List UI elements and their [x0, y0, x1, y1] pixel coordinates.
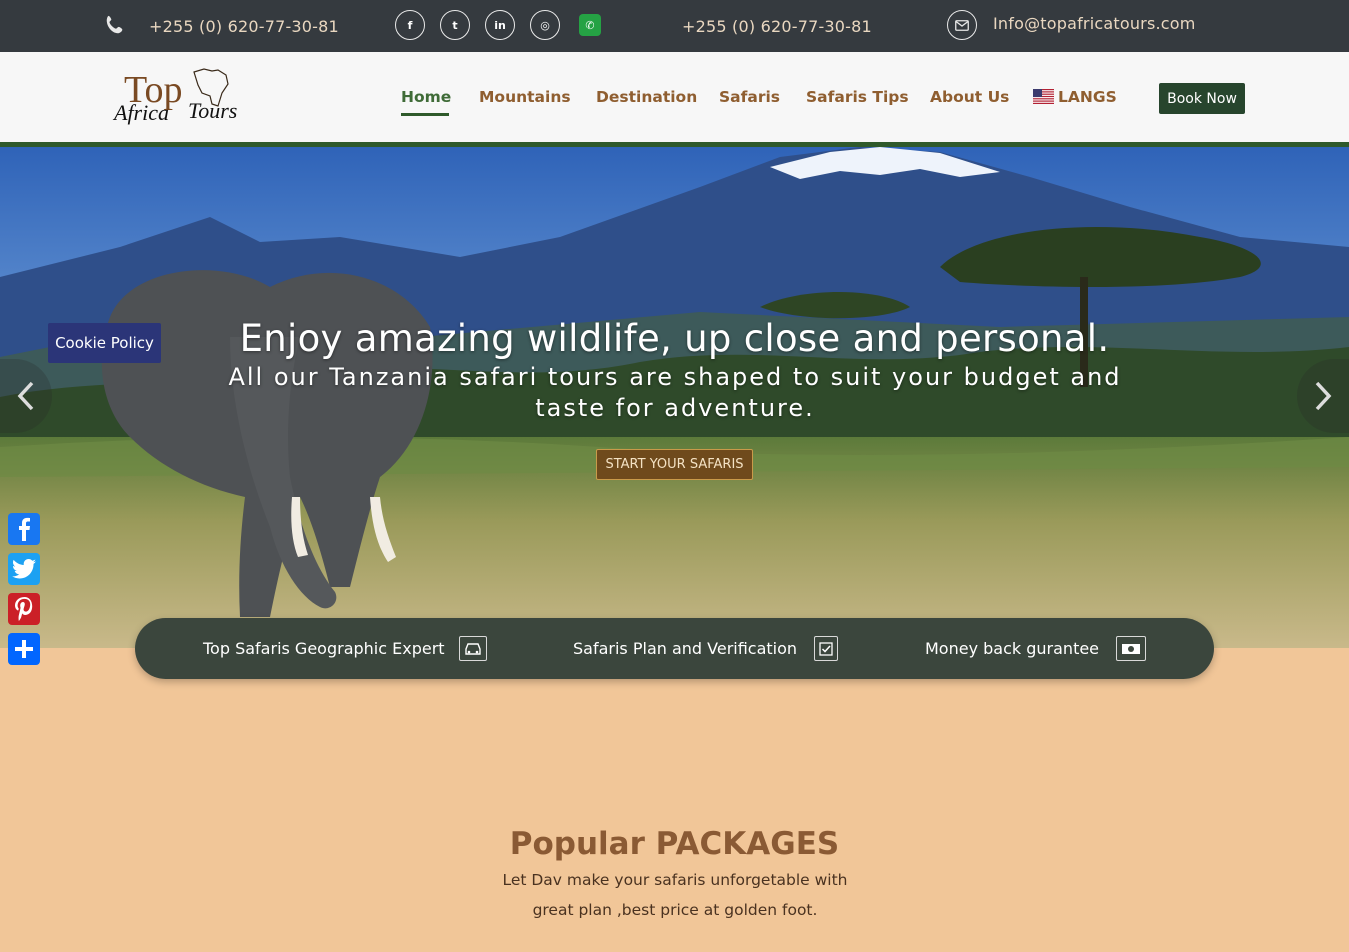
pinterest-share-icon[interactable]	[8, 593, 40, 625]
feature-label: Money back gurantee	[925, 639, 1100, 658]
site-logo[interactable]: Top Africa Tours	[106, 66, 246, 130]
features-strip: Top Safaris Geographic Expert Safaris Pl…	[135, 618, 1214, 679]
top-contact-bar: +255 (0) 620-77-30-81 f t in ◎ ✆ +255 (0…	[0, 0, 1349, 52]
main-navbar: Top Africa Tours Home Mountains Destinat…	[0, 52, 1349, 142]
linkedin-icon[interactable]: in	[485, 10, 515, 40]
instagram-glyph: ◎	[540, 18, 550, 32]
nav-safaris[interactable]: Safaris	[719, 88, 780, 106]
packages-subtitle: Let Dav make your safaris unforgetable w…	[470, 865, 880, 925]
svg-text:Africa: Africa	[112, 100, 169, 125]
checkbox-icon	[814, 636, 838, 661]
facebook-icon[interactable]: f	[395, 10, 425, 40]
nav-home[interactable]: Home	[401, 88, 451, 106]
linkedin-glyph: in	[494, 18, 506, 32]
nav-about-us[interactable]: About Us	[930, 88, 1009, 106]
chevron-left-icon	[17, 381, 34, 411]
feature-label: Top Safaris Geographic Expert	[203, 639, 445, 658]
nav-destination[interactable]: Destination	[596, 88, 697, 106]
mail-icon	[947, 10, 977, 40]
phone-number-link-2[interactable]: +255 (0) 620-77-30-81	[682, 0, 872, 52]
us-flag-icon	[1033, 89, 1054, 104]
hero-slider: Enjoy amazing wildlife, up close and per…	[0, 147, 1349, 648]
email-link[interactable]: Info@topafricatours.com	[993, 0, 1196, 49]
hero-subtitle: All our Tanzania safari tours are shaped…	[228, 363, 1122, 422]
cookie-policy-button[interactable]: Cookie Policy	[48, 323, 161, 363]
book-now-button[interactable]: Book Now	[1159, 83, 1245, 114]
nav-langs[interactable]: LANGS	[1033, 88, 1117, 106]
instagram-icon[interactable]: ◎	[530, 10, 560, 40]
phone-icon	[106, 15, 123, 34]
twitter-icon[interactable]: t	[440, 10, 470, 40]
hero-title: Enjoy amazing wildlife, up close and per…	[239, 317, 1110, 360]
chevron-right-icon	[1315, 381, 1332, 411]
car-icon	[459, 636, 487, 661]
svg-text:Tours: Tours	[188, 98, 237, 123]
nav-langs-label: LANGS	[1058, 88, 1117, 106]
start-safaris-button[interactable]: START YOUR SAFARIS	[596, 449, 753, 480]
packages-subtitle-line-1: Let Dav make your safaris unforgetable w…	[502, 871, 848, 889]
money-icon	[1116, 636, 1146, 661]
packages-title: Popular PACKAGES	[509, 826, 840, 862]
whatsapp-icon[interactable]: ✆	[579, 14, 601, 36]
twitter-share-icon[interactable]	[8, 553, 40, 585]
facebook-glyph: f	[407, 18, 413, 32]
active-nav-indicator	[401, 113, 449, 116]
nav-safaris-tips[interactable]: Safaris Tips	[806, 88, 909, 106]
facebook-share-icon[interactable]	[8, 513, 40, 545]
packages-subtitle-line-2: great plan ,best price at golden foot.	[532, 901, 818, 919]
whatsapp-glyph: ✆	[585, 18, 595, 32]
phone-number-link[interactable]: +255 (0) 620-77-30-81	[149, 0, 339, 52]
add-share-icon[interactable]	[8, 633, 40, 665]
nav-mountains[interactable]: Mountains	[479, 88, 571, 106]
twitter-glyph: t	[452, 18, 458, 32]
feature-label: Safaris Plan and Verification	[573, 639, 798, 658]
